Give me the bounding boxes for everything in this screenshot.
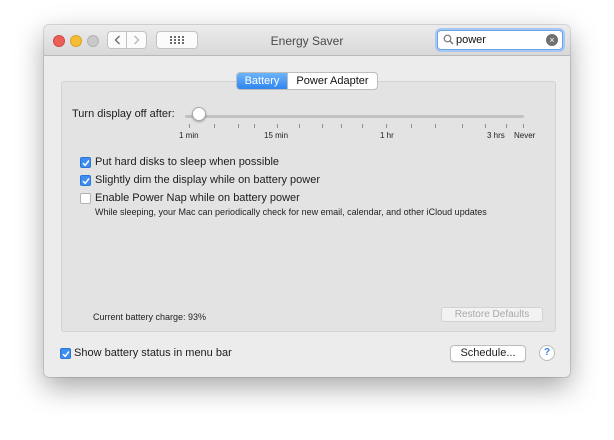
tick-label-3-hrs: 3 hrs <box>487 131 505 140</box>
tab-bar: Battery Power Adapter <box>236 72 378 90</box>
restore-defaults-button[interactable]: Restore Defaults <box>441 307 543 322</box>
tick-label-never: Never <box>514 131 536 140</box>
checkmark-icon <box>82 178 90 185</box>
slider-tick <box>214 124 215 128</box>
slider-tick <box>341 124 342 128</box>
power-nap-checkbox[interactable] <box>80 193 91 204</box>
slider-tick <box>462 124 463 128</box>
slider-tick <box>362 124 363 128</box>
help-button[interactable]: ? <box>539 345 555 361</box>
slider-tick <box>386 124 387 128</box>
slider-tick <box>523 124 524 128</box>
energy-saver-window: Energy Saver × Battery Power Adapter Tur… <box>44 25 570 377</box>
dim-display-checkbox[interactable] <box>80 175 91 186</box>
display-sleep-label: Turn display off after: <box>72 108 175 120</box>
slider-tick <box>277 124 278 128</box>
slider-tick <box>435 124 436 128</box>
slider-tick <box>322 124 323 128</box>
tick-label-1-min: 1 min <box>179 131 199 140</box>
slider-tick <box>506 124 507 128</box>
title-bar: Energy Saver × <box>44 25 570 56</box>
display-sleep-slider-track[interactable] <box>185 115 524 118</box>
search-input[interactable] <box>456 33 542 47</box>
battery-charge-status: Current battery charge: 93% <box>93 312 207 322</box>
slider-tick <box>238 124 239 128</box>
slider-tick <box>485 124 486 128</box>
tick-label-15-min: 15 min <box>264 131 289 140</box>
slider-tick <box>299 124 300 128</box>
tab-battery[interactable]: Battery <box>237 73 287 89</box>
power-nap-description: While sleeping, your Mac can periodicall… <box>95 207 487 217</box>
search-icon <box>443 34 454 45</box>
search-field[interactable]: × <box>437 30 563 50</box>
hard-disks-sleep-label: Put hard disks to sleep when possible <box>95 156 280 168</box>
display-sleep-slider-thumb[interactable] <box>192 107 206 121</box>
tick-label-1-hr: 1 hr <box>380 131 394 140</box>
tab-power-adapter[interactable]: Power Adapter <box>287 73 377 89</box>
show-battery-status-label: Show battery status in menu bar <box>74 347 232 359</box>
hard-disks-sleep-checkbox[interactable] <box>80 157 91 168</box>
show-battery-status-checkbox[interactable] <box>60 348 71 359</box>
slider-tick <box>411 124 412 128</box>
clear-search-icon[interactable]: × <box>546 34 558 46</box>
checkmark-icon <box>82 160 90 167</box>
checkmark-icon <box>62 351 70 358</box>
power-nap-label: Enable Power Nap while on battery power <box>95 192 300 204</box>
schedule-button[interactable]: Schedule... <box>450 345 526 362</box>
dim-display-label: Slightly dim the display while on batter… <box>95 174 321 186</box>
slider-tick <box>254 124 255 128</box>
slider-tick <box>189 124 190 128</box>
